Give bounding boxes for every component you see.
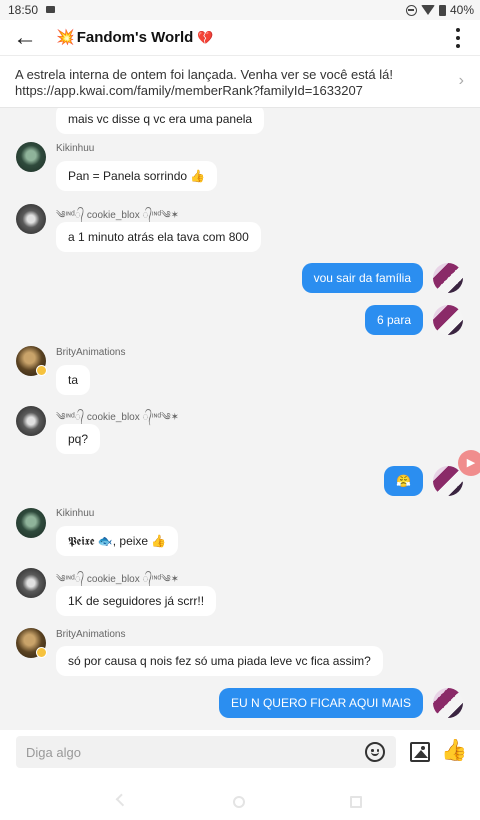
badge-icon xyxy=(36,365,47,376)
chat-header: ← 💥 Fandom's World 💔 xyxy=(0,20,480,56)
avatar[interactable] xyxy=(16,142,46,172)
nav-home-icon[interactable] xyxy=(233,796,245,808)
avatar[interactable] xyxy=(433,263,463,293)
camera-notification-icon xyxy=(46,6,55,13)
smiley-icon[interactable] xyxy=(365,742,385,762)
message-bubble[interactable]: a 1 minuto atrás ela tava com 800 xyxy=(56,222,261,252)
message-bubble[interactable]: ta xyxy=(56,365,91,395)
status-time: 18:50 xyxy=(8,3,39,17)
collision-icon: 💥 xyxy=(56,29,75,46)
sender-name: BrityAnimations xyxy=(56,347,126,358)
message-input[interactable] xyxy=(16,736,396,768)
status-indicators: 40% xyxy=(405,3,474,17)
avatar[interactable] xyxy=(433,688,463,718)
image-icon[interactable] xyxy=(410,742,430,762)
message-bubble[interactable]: 😤 xyxy=(384,466,423,496)
message-bubble[interactable]: 1K de seguidores já scrr!! xyxy=(56,586,217,616)
avatar[interactable] xyxy=(433,466,463,496)
sender-name: Kikinhuu xyxy=(56,143,95,154)
video-camera-icon: ▶ xyxy=(466,457,476,469)
group-title[interactable]: 💥 Fandom's World 💔 xyxy=(56,28,214,46)
heart-icon: 💔 xyxy=(197,30,214,45)
nav-back-icon[interactable] xyxy=(115,793,129,807)
group-name: Fandom's World xyxy=(76,29,194,46)
back-button[interactable]: ← xyxy=(10,24,40,52)
avatar[interactable] xyxy=(16,406,46,436)
message-bubble[interactable]: EU N QUERO FICAR AQUI MAIS xyxy=(218,688,423,718)
video-record-button[interactable]: ▶ xyxy=(458,450,480,476)
message-bubble[interactable]: vou sair da família xyxy=(301,263,423,293)
badge-icon xyxy=(36,647,47,658)
message-bubble[interactable]: Pan = Panela sorrindo 👍 xyxy=(56,161,218,191)
status-bar: 18:50 40% xyxy=(0,0,480,20)
announcement-banner[interactable]: A estrela interna de ontem foi lançada. … xyxy=(0,57,480,108)
do-not-disturb-icon xyxy=(405,4,417,16)
sender-name: Kikinhuu xyxy=(56,508,95,519)
announcement-text: A estrela interna de ontem foi lançada. … xyxy=(15,67,393,82)
message-bubble[interactable]: 𝕻𝖊𝖎𝖝𝖊 🐟, peixe 👍 xyxy=(56,526,179,556)
more-options-button[interactable] xyxy=(454,26,462,50)
battery-level: 40% xyxy=(449,3,474,17)
message-bubble[interactable]: pq? xyxy=(56,424,101,454)
chevron-right-icon: › xyxy=(458,72,464,89)
more-vertical-icon xyxy=(456,28,460,32)
avatar[interactable] xyxy=(16,568,46,598)
sender-name: BrityAnimations xyxy=(56,629,126,640)
message-bubble[interactable]: mais vc disse q vc era uma panela xyxy=(56,108,265,134)
nav-recents-icon[interactable] xyxy=(350,796,362,808)
announcement-link[interactable]: https://app.kwai.com/family/memberRank?f… xyxy=(15,83,440,99)
chat-messages[interactable]: mais vc disse q vc era uma panela Kikinh… xyxy=(0,108,480,730)
system-navigation-bar xyxy=(0,774,480,820)
battery-icon xyxy=(438,4,446,16)
avatar[interactable] xyxy=(433,305,463,335)
avatar[interactable] xyxy=(16,204,46,234)
avatar[interactable] xyxy=(16,508,46,538)
message-bubble[interactable]: só por causa q nois fez só uma piada lev… xyxy=(56,646,383,676)
composer-bar: 👍 xyxy=(0,730,480,774)
arrow-left-icon: ← xyxy=(13,24,37,51)
thumbs-up-icon[interactable]: 👍 xyxy=(441,738,467,764)
wifi-icon xyxy=(420,5,435,15)
message-bubble[interactable]: 6 para xyxy=(364,305,423,335)
